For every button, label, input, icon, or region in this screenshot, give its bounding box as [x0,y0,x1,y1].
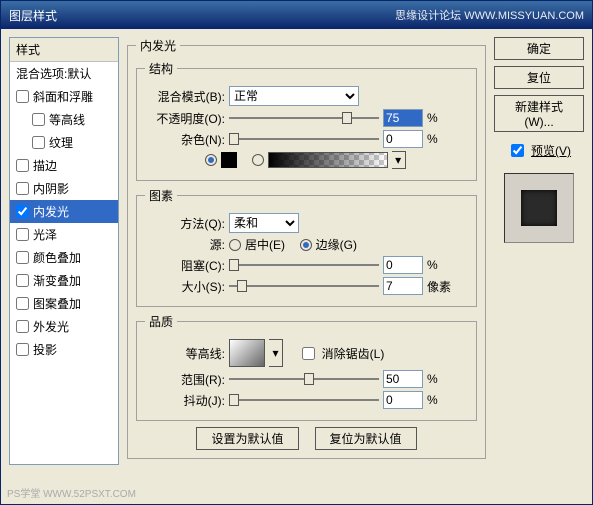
range-slider[interactable] [229,371,379,387]
style-label: 内阴影 [33,180,69,197]
choke-input[interactable] [383,256,423,274]
range-label: 范围(R): [145,371,225,388]
choke-label: 阻塞(C): [145,257,225,274]
ok-button[interactable]: 确定 [494,37,584,60]
contour-dropdown[interactable]: ▾ [269,339,283,367]
style-label: 外发光 [33,318,69,335]
main-panel: 内发光 结构 混合模式(B): 正常 不透明度(O): % 杂色(N): [127,37,486,465]
noise-input[interactable] [383,130,423,148]
source-center-radio[interactable] [229,239,241,251]
style-checkbox[interactable] [16,205,29,218]
styles-list: 样式 混合选项:默认 斜面和浮雕等高线纹理描边内阴影内发光光泽颜色叠加渐变叠加图… [9,37,119,465]
style-item[interactable]: 外发光 [10,315,118,338]
style-checkbox[interactable] [16,343,29,356]
inner-glow-group: 内发光 结构 混合模式(B): 正常 不透明度(O): % 杂色(N): [127,37,486,459]
preview-swatch [521,190,557,226]
style-checkbox[interactable] [16,90,29,103]
opacity-slider[interactable] [229,110,379,126]
style-checkbox[interactable] [16,320,29,333]
style-label: 颜色叠加 [33,249,81,266]
right-panel: 确定 复位 新建样式(W)... 预览(V) [494,37,584,465]
jitter-input[interactable] [383,391,423,409]
size-input[interactable] [383,277,423,295]
contour-label: 等高线: [145,345,225,362]
anti-alias-checkbox[interactable] [302,347,315,360]
gradient-dropdown[interactable]: ▾ [392,151,406,169]
style-label: 等高线 [49,111,85,128]
style-label: 描边 [33,157,57,174]
style-checkbox[interactable] [32,113,45,126]
style-checkbox[interactable] [16,182,29,195]
style-item[interactable]: 内阴影 [10,177,118,200]
style-checkbox[interactable] [16,159,29,172]
style-label: 投影 [33,341,57,358]
preview-box [504,173,574,243]
main-title: 内发光 [136,37,180,54]
size-slider[interactable] [229,278,379,294]
blend-options-item[interactable]: 混合选项:默认 [10,62,118,85]
source-label: 源: [145,236,225,253]
style-item[interactable]: 描边 [10,154,118,177]
style-item[interactable]: 光泽 [10,223,118,246]
style-label: 图案叠加 [33,295,81,312]
style-item[interactable]: 斜面和浮雕 [10,85,118,108]
structure-group: 结构 混合模式(B): 正常 不透明度(O): % 杂色(N): [136,60,477,181]
gradient-preview[interactable] [268,152,388,168]
style-label: 纹理 [49,134,73,151]
style-label: 渐变叠加 [33,272,81,289]
style-item[interactable]: 纹理 [10,131,118,154]
choke-slider[interactable] [229,257,379,273]
jitter-label: 抖动(J): [145,392,225,409]
range-input[interactable] [383,370,423,388]
jitter-slider[interactable] [229,392,379,408]
layer-style-dialog: 图层样式 思缘设计论坛 WWW.MISSYUAN.COM 样式 混合选项:默认 … [0,0,593,505]
style-label: 光泽 [33,226,57,243]
color-radio[interactable] [205,154,217,166]
opacity-input[interactable] [383,109,423,127]
make-default-button[interactable]: 设置为默认值 [196,427,298,450]
blend-mode-label: 混合模式(B): [145,88,225,105]
watermark: PS学堂 WWW.52PSXT.COM [7,485,136,500]
opacity-label: 不透明度(O): [145,110,225,127]
cancel-button[interactable]: 复位 [494,66,584,89]
new-style-button[interactable]: 新建样式(W)... [494,95,584,132]
style-label: 斜面和浮雕 [33,88,93,105]
noise-slider[interactable] [229,131,379,147]
style-checkbox[interactable] [16,297,29,310]
size-label: 大小(S): [145,278,225,295]
technique-label: 方法(Q): [145,215,225,232]
preview-checkbox[interactable] [511,144,524,157]
style-label: 内发光 [33,203,69,220]
style-item[interactable]: 等高线 [10,108,118,131]
style-item[interactable]: 渐变叠加 [10,269,118,292]
reset-default-button[interactable]: 复位为默认值 [315,427,417,450]
gradient-radio[interactable] [252,154,264,166]
contour-picker[interactable] [229,339,265,367]
style-item[interactable]: 图案叠加 [10,292,118,315]
style-checkbox[interactable] [16,274,29,287]
blend-mode-select[interactable]: 正常 [229,86,359,106]
titlebar: 图层样式 思缘设计论坛 WWW.MISSYUAN.COM [1,1,592,29]
technique-select[interactable]: 柔和 [229,213,299,233]
source-edge-radio[interactable] [300,239,312,251]
style-checkbox[interactable] [16,228,29,241]
style-item[interactable]: 投影 [10,338,118,361]
style-checkbox[interactable] [32,136,45,149]
quality-group: 品质 等高线: ▾ 消除锯齿(L) 范围(R): % [136,313,477,421]
color-swatch[interactable] [221,152,237,168]
elements-group: 图素 方法(Q): 柔和 源: 居中(E) 边缘(G) 阻塞(C [136,187,477,307]
window-title: 图层样式 [9,7,57,24]
styles-header: 样式 [10,38,118,62]
style-item[interactable]: 颜色叠加 [10,246,118,269]
title-right: 思缘设计论坛 WWW.MISSYUAN.COM [395,7,584,23]
noise-label: 杂色(N): [145,131,225,148]
style-item[interactable]: 内发光 [10,200,118,223]
style-checkbox[interactable] [16,251,29,264]
